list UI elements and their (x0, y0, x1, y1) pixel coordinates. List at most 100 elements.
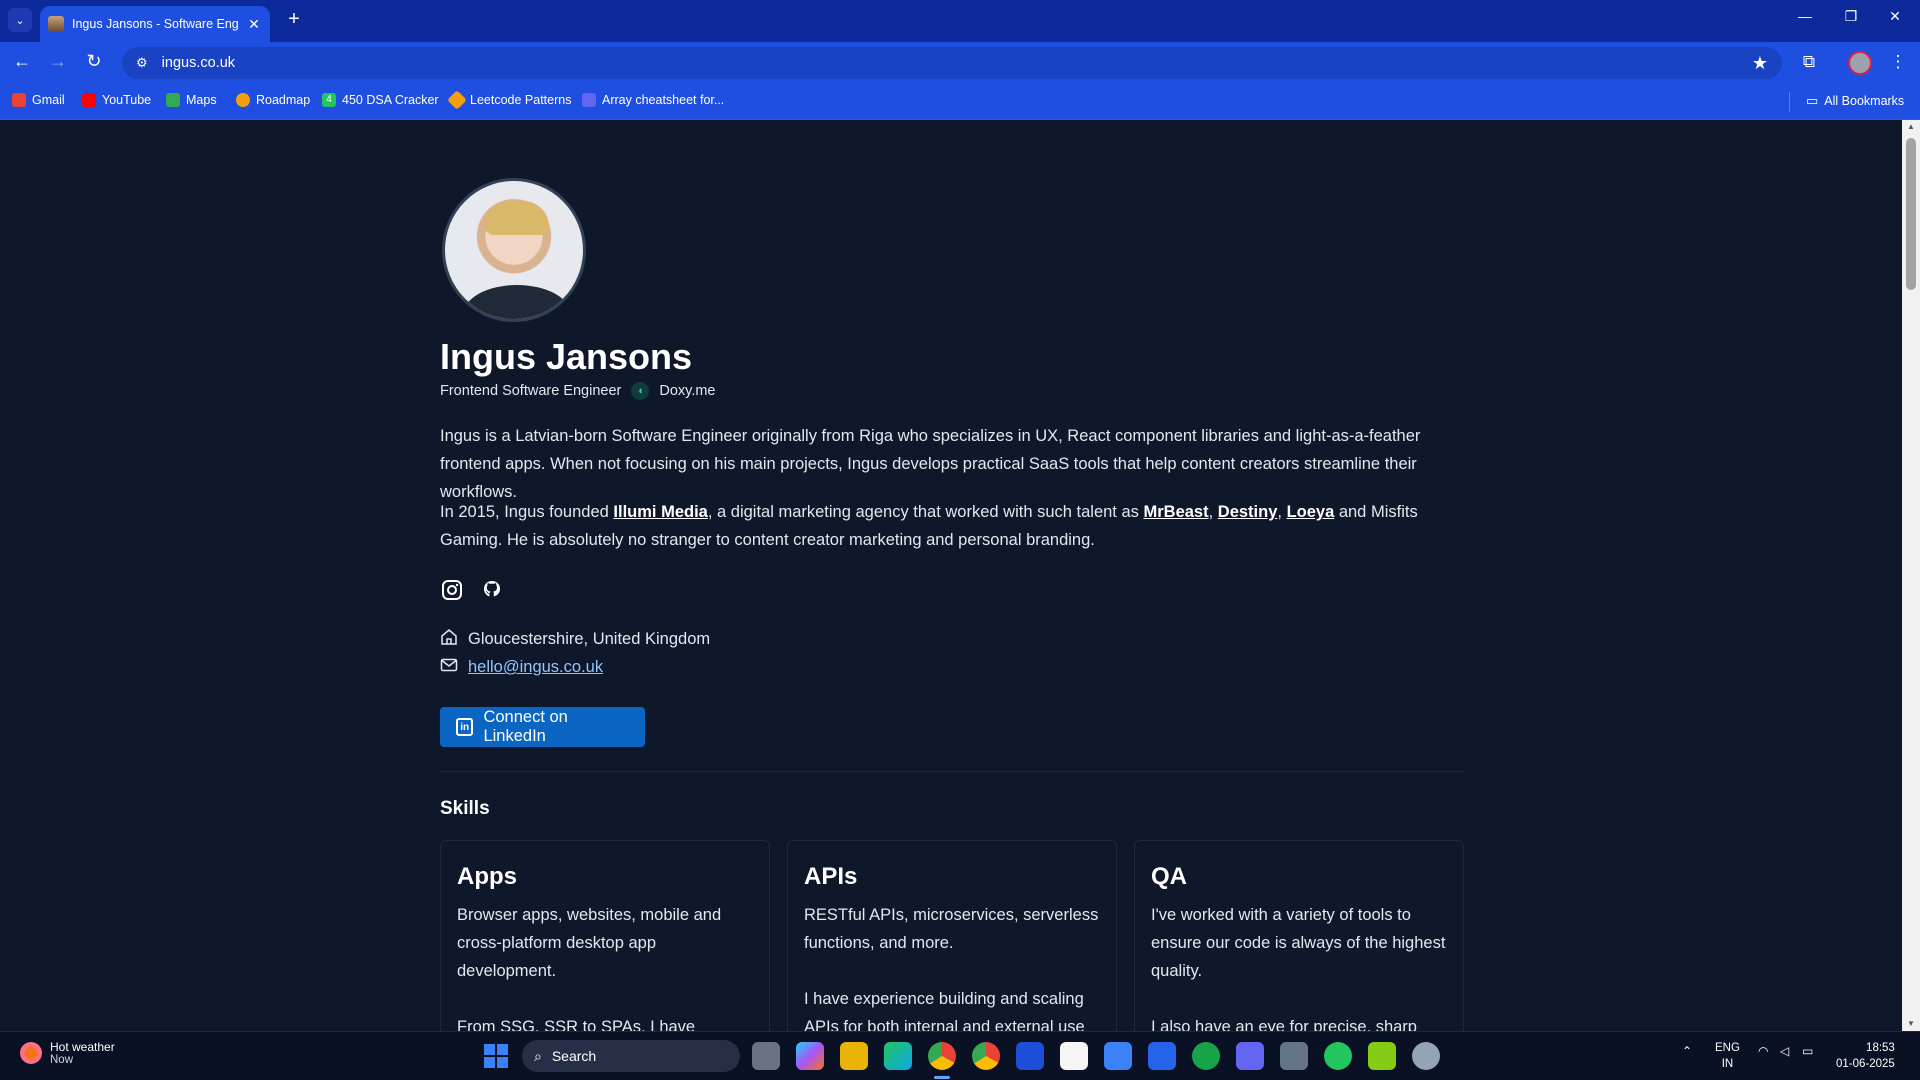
vs-code-icon[interactable] (1148, 1042, 1176, 1070)
gmail-icon (12, 93, 26, 107)
chrome-icon[interactable] (928, 1042, 956, 1070)
rocket-icon (236, 93, 250, 107)
mail-icon (440, 656, 458, 679)
minimize-icon[interactable]: — (1790, 8, 1820, 24)
link-destiny[interactable]: Destiny (1218, 503, 1278, 521)
xbox-icon[interactable] (1192, 1042, 1220, 1070)
skill-card-text: RESTful APIs, microservices, serverless … (804, 906, 1099, 952)
weather-widget[interactable]: Hot weather Now (20, 1040, 115, 1066)
skill-card-apis: APIs RESTful APIs, microservices, server… (787, 840, 1117, 1031)
social-links (440, 578, 504, 602)
skill-card-text: I have experience building and scaling A… (804, 990, 1085, 1031)
dsa-icon: 4 (322, 93, 336, 107)
email-link[interactable]: hello@ingus.co.uk (468, 658, 603, 677)
tab-favicon (48, 16, 64, 32)
code-icon (582, 93, 596, 107)
bookmark-maps[interactable]: Maps (166, 93, 217, 107)
skill-card-apps: Apps Browser apps, websites, mobile and … (440, 840, 770, 1031)
task-view-icon[interactable] (752, 1042, 780, 1070)
bio-paragraph-1: Ingus is a Latvian-born Software Enginee… (440, 427, 1421, 501)
search-icon: ⌕ (534, 1047, 542, 1064)
store-icon[interactable] (1104, 1042, 1132, 1070)
linkedin-icon: in (456, 718, 474, 736)
skill-card-title: Apps (457, 863, 517, 890)
windows-taskbar: Hot weather Now ⌕ Search ⌃ ENG IN ◠ ◁ ▭ … (0, 1031, 1920, 1080)
taskbar-search[interactable]: ⌕ Search (522, 1040, 740, 1072)
all-bookmarks[interactable]: ▭ All Bookmarks (1806, 93, 1904, 109)
teams-icon[interactable] (1236, 1042, 1264, 1070)
location-row: Gloucestershire, United Kingdom (440, 628, 710, 651)
link-mrbeast[interactable]: MrBeast (1144, 503, 1209, 521)
skills-heading: Skills (440, 798, 490, 819)
connect-linkedin-button[interactable]: in Connect on LinkedIn (440, 707, 645, 747)
bookmark-gmail[interactable]: Gmail (12, 93, 65, 107)
skill-card-qa: QA I've worked with a variety of tools t… (1134, 840, 1464, 1031)
restore-icon[interactable]: ❐ (1836, 8, 1866, 25)
extensions-icon[interactable]: ⧉ (1797, 52, 1821, 72)
bookmarks-divider (1789, 92, 1790, 112)
new-tab-button[interactable]: + (282, 8, 306, 32)
copilot-icon[interactable] (796, 1042, 824, 1070)
back-icon[interactable]: ← (10, 51, 34, 72)
tab-strip: ⌄ Ingus Jansons - Software Engin ✕ + — ❐… (0, 0, 1920, 42)
youtube-icon (82, 93, 96, 107)
chrome-profile-icon[interactable] (972, 1042, 1000, 1070)
home-icon (440, 628, 458, 651)
active-app-indicator (934, 1076, 950, 1079)
github-icon[interactable] (480, 578, 504, 602)
scroll-up-icon[interactable]: ▲ (1902, 120, 1920, 134)
link-loeya[interactable]: Loeya (1287, 503, 1335, 521)
bookmark-roadmap[interactable]: Roadmap (236, 93, 310, 107)
edge-icon[interactable] (884, 1042, 912, 1070)
url-text[interactable]: ingus.co.uk (162, 55, 1738, 71)
skill-card-title: QA (1151, 863, 1187, 890)
profile-photo (442, 178, 586, 322)
skill-card-title: APIs (804, 863, 858, 890)
active-tab[interactable]: Ingus Jansons - Software Engin ✕ (40, 6, 270, 42)
weather-subtitle: Now (50, 1054, 74, 1066)
app-icon[interactable] (1324, 1042, 1352, 1070)
bookmark-leetcode[interactable]: Leetcode Patterns (447, 90, 571, 110)
wifi-icon[interactable]: ◠ (1758, 1044, 1768, 1058)
address-bar[interactable]: ⚙ ingus.co.uk ★ (122, 47, 1782, 79)
bookmark-dsa-cracker[interactable]: 4 450 DSA Cracker (322, 93, 439, 107)
bookmark-star-icon[interactable]: ★ (1752, 53, 1768, 74)
close-window-icon[interactable]: ✕ (1880, 8, 1910, 25)
tray-overflow-icon[interactable]: ⌃ (1682, 1044, 1692, 1058)
system-clock[interactable]: 18:53 01-06-2025 (1836, 1040, 1895, 1072)
start-button[interactable] (484, 1044, 508, 1068)
bio-paragraph-2: In 2015, Ingus founded Illumi Media, a d… (440, 503, 1418, 549)
profile-avatar[interactable] (1848, 51, 1872, 75)
jetbrains-icon[interactable] (1016, 1042, 1044, 1070)
maps-icon (166, 93, 180, 107)
chrome-menu-icon[interactable]: ⋮ (1886, 52, 1910, 72)
camera-icon[interactable] (1280, 1042, 1308, 1070)
email-row: hello@ingus.co.uk (440, 656, 603, 679)
file-explorer-icon[interactable] (840, 1042, 868, 1070)
skill-card-text: Browser apps, websites, mobile and cross… (457, 906, 722, 980)
scroll-down-icon[interactable]: ▼ (1902, 1017, 1920, 1031)
forward-icon[interactable]: → (46, 51, 70, 72)
bookmark-youtube[interactable]: YouTube (82, 93, 151, 107)
weather-title: Hot weather (50, 1040, 115, 1054)
bookmark-array-cheatsheet[interactable]: Array cheatsheet for... (582, 93, 724, 107)
skill-card-text: I also have an eye for precise, sharp (1151, 1018, 1417, 1031)
page-scrollbar[interactable]: ▲ ▼ (1902, 120, 1920, 1031)
tab-close-icon[interactable]: ✕ (246, 16, 262, 33)
weather-icon (20, 1042, 42, 1064)
tab-search-button[interactable]: ⌄ (8, 8, 32, 32)
notepad-icon[interactable] (1368, 1042, 1396, 1070)
volume-icon[interactable]: ◁ (1780, 1044, 1789, 1058)
site-info-icon[interactable]: ⚙ (136, 55, 148, 71)
notion-icon[interactable] (1060, 1042, 1088, 1070)
role-title: Frontend Software Engineer (440, 383, 622, 399)
tab-title: Ingus Jansons - Software Engin (72, 17, 238, 31)
settings-icon[interactable] (1412, 1042, 1440, 1070)
reload-icon[interactable]: ↻ (82, 51, 106, 72)
instagram-icon[interactable] (440, 578, 464, 602)
scroll-thumb[interactable] (1906, 138, 1916, 290)
battery-icon[interactable]: ▭ (1802, 1044, 1813, 1058)
bookmarks-bar: Gmail YouTube Maps Roadmap 4 450 DSA Cra… (0, 84, 1920, 120)
language-indicator[interactable]: ENG IN (1715, 1040, 1740, 1072)
link-illumi-media[interactable]: Illumi Media (613, 503, 707, 521)
